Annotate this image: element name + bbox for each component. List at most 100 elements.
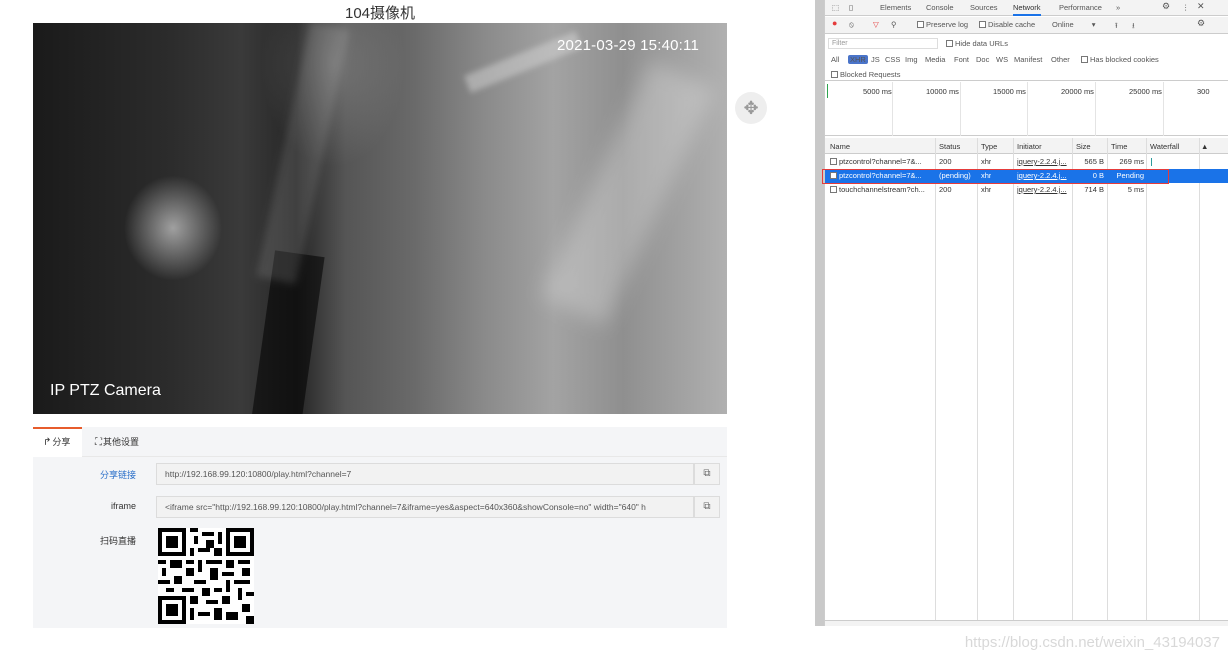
col-name[interactable]: Name: [830, 142, 850, 151]
tab-elements[interactable]: Elements: [880, 3, 911, 12]
clear-icon[interactable]: ⦸: [849, 20, 854, 30]
share-panel: ↱分享 ⛶其他设置 分享链接 http://192.168.99.120:108…: [33, 427, 727, 628]
tab-other-settings-label: 其他设置: [103, 437, 140, 447]
filter-input[interactable]: Filter: [828, 38, 938, 49]
col-waterfall[interactable]: Waterfall: [1150, 142, 1179, 151]
download-icon[interactable]: ⭳: [1132, 20, 1135, 33]
type-font[interactable]: Font: [954, 55, 969, 64]
col-status[interactable]: Status: [939, 142, 960, 151]
request-initiator[interactable]: jquery-2.2.4.j...: [1017, 155, 1067, 169]
preserve-log-label: Preserve log: [926, 20, 969, 29]
has-blocked-cookies-label: Has blocked cookies: [1090, 55, 1159, 64]
close-icon[interactable]: ✕: [1197, 1, 1205, 12]
request-size: 714 B: [1084, 185, 1104, 194]
request-name: touchchannelstream?ch...: [839, 185, 925, 194]
timeline-tick: 20000 ms: [1061, 87, 1094, 96]
qr-label: 扫码直播: [99, 536, 136, 546]
waterfall-bar: [1151, 158, 1152, 166]
share-link-label: 分享链接: [99, 470, 136, 480]
preserve-log-checkbox[interactable]: Preserve log: [917, 20, 968, 29]
col-size[interactable]: Size: [1076, 142, 1091, 151]
devtools-tabbar: ⬚ ▯ Elements Console Sources Network Per…: [825, 0, 1228, 16]
disable-cache-checkbox[interactable]: Disable cache: [979, 20, 1035, 29]
record-icon[interactable]: ●: [832, 18, 837, 28]
video-timestamp: 2021-03-29 15:40:11: [557, 37, 699, 54]
blocked-requests-label: Blocked Requests: [840, 70, 901, 79]
timeline-tick: 25000 ms: [1129, 87, 1162, 96]
device-toggle-icon[interactable]: ▯: [849, 3, 853, 12]
tab-network[interactable]: Network: [1013, 3, 1041, 16]
request-initiator[interactable]: jquery-2.2.4.j...: [1017, 169, 1067, 183]
share-icon: ↱: [43, 437, 52, 448]
iframe-field[interactable]: <iframe src="http://192.168.99.120:10800…: [156, 496, 694, 518]
table-row-selected[interactable]: ptzcontrol?channel=7&... (pending) xhr j…: [825, 169, 1228, 183]
network-settings-icon[interactable]: ⚙: [1197, 18, 1205, 29]
type-all[interactable]: All: [831, 55, 839, 64]
disable-cache-label: Disable cache: [988, 20, 1036, 29]
share-link-field[interactable]: http://192.168.99.120:10800/play.html?ch…: [156, 463, 694, 485]
table-row[interactable]: touchchannelstream?ch... 200 xhr jquery-…: [825, 183, 1228, 197]
request-status: 200: [939, 185, 952, 194]
col-time[interactable]: Time: [1111, 142, 1127, 151]
camera-title: 104摄像机: [344, 5, 416, 22]
tab-sources[interactable]: Sources: [970, 3, 998, 12]
filter-bar: Filter Hide data URLs All XHR JS CSS Img…: [825, 35, 1228, 81]
type-ws[interactable]: WS: [996, 55, 1008, 64]
copy-link-button[interactable]: ⧉: [694, 463, 720, 485]
request-initiator[interactable]: jquery-2.2.4.j...: [1017, 183, 1067, 197]
timeline-tick: 5000 ms: [863, 87, 892, 96]
request-name: ptzcontrol?channel=7&...: [839, 171, 922, 180]
video-camera-label: IP PTZ Camera: [50, 382, 161, 399]
move-icon[interactable]: ✥: [735, 92, 767, 124]
tab-console[interactable]: Console: [926, 3, 954, 12]
type-manifest[interactable]: Manifest: [1014, 55, 1042, 64]
type-xhr[interactable]: XHR: [848, 55, 868, 64]
devtools-panel: ⬚ ▯ Elements Console Sources Network Per…: [824, 0, 1228, 626]
filter-icon[interactable]: ▽: [873, 20, 879, 29]
kebab-menu-icon[interactable]: ⋮: [1182, 3, 1190, 12]
sort-up-icon[interactable]: ▲: [1201, 142, 1208, 151]
table-row[interactable]: ptzcontrol?channel=7&... 200 xhr jquery-…: [825, 155, 1228, 169]
type-other[interactable]: Other: [1051, 55, 1070, 64]
has-blocked-cookies-checkbox[interactable]: Has blocked cookies: [1081, 55, 1159, 64]
page-scrollbar[interactable]: [815, 0, 824, 626]
upload-icon[interactable]: ⭱: [1115, 20, 1118, 33]
screen: 104摄像机 2021-03-29 15:40:11 IP PTZ Camera…: [0, 0, 1228, 659]
hide-data-urls-label: Hide data URLs: [955, 39, 1008, 48]
col-type[interactable]: Type: [981, 142, 997, 151]
copy-iframe-button[interactable]: ⧉: [694, 496, 720, 518]
camera-video[interactable]: 2021-03-29 15:40:11 IP PTZ Camera: [33, 23, 727, 414]
watermark: https://blog.csdn.net/weixin_43194037: [964, 634, 1220, 651]
search-icon[interactable]: ⚲: [891, 20, 897, 29]
network-toolbar: ● ⦸ ▽ ⚲ Preserve log Disable cache Onlin…: [825, 17, 1228, 34]
request-time: Pending: [1116, 171, 1144, 180]
more-tabs-icon[interactable]: »: [1116, 3, 1120, 12]
tab-performance[interactable]: Performance: [1059, 3, 1102, 12]
timeline-tick: 15000 ms: [993, 87, 1026, 96]
hide-data-urls-checkbox[interactable]: Hide data URLs: [946, 39, 1008, 48]
type-media[interactable]: Media: [925, 55, 945, 64]
blocked-requests-checkbox[interactable]: Blocked Requests: [831, 70, 900, 79]
request-table-header: Name Status Type Initiator Size Time Wat…: [825, 138, 1228, 154]
network-overview-timeline[interactable]: 5000 ms 10000 ms 15000 ms 20000 ms 25000…: [825, 82, 1228, 136]
tab-share-label: 分享: [52, 437, 71, 447]
type-css[interactable]: CSS: [885, 55, 900, 64]
request-type: xhr: [981, 171, 992, 180]
throttle-select[interactable]: Online ▾: [1052, 20, 1096, 29]
request-size: 0 B: [1092, 171, 1104, 180]
type-doc[interactable]: Doc: [976, 55, 989, 64]
copy-icon: ⧉: [703, 468, 711, 479]
iframe-label: iframe: [110, 501, 136, 511]
col-initiator[interactable]: Initiator: [1017, 142, 1042, 151]
settings-icon[interactable]: ⚙: [1162, 1, 1170, 12]
qr-code: [158, 528, 254, 624]
tab-other-settings[interactable]: ⛶其他设置: [95, 427, 139, 457]
type-img[interactable]: Img: [905, 55, 918, 64]
tab-bar: ↱分享 ⛶其他设置: [33, 427, 727, 457]
timeline-bar: [827, 84, 828, 98]
request-type: xhr: [981, 185, 992, 194]
type-js[interactable]: JS: [871, 55, 880, 64]
throttle-value: Online: [1052, 20, 1074, 29]
tab-share[interactable]: ↱分享: [33, 427, 82, 457]
inspect-icon[interactable]: ⬚: [832, 3, 839, 12]
